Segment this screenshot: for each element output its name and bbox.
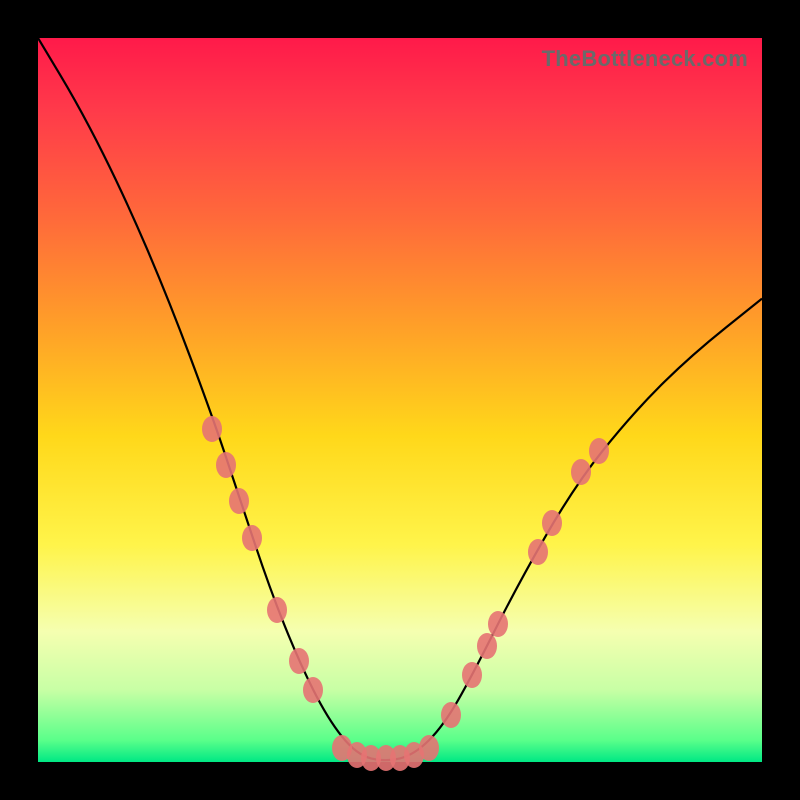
bottleneck-curve (38, 38, 762, 760)
data-marker (267, 597, 287, 623)
data-marker (216, 452, 236, 478)
data-marker (202, 416, 222, 442)
data-marker (419, 735, 439, 761)
data-marker (462, 662, 482, 688)
data-marker (441, 702, 461, 728)
chart-frame: TheBottleneck.com (0, 0, 800, 800)
data-marker (488, 611, 508, 637)
data-marker (303, 677, 323, 703)
data-marker (571, 459, 591, 485)
curve-svg (38, 38, 762, 762)
data-marker (289, 648, 309, 674)
watermark-text: TheBottleneck.com (542, 46, 748, 72)
data-marker (229, 488, 249, 514)
plot-area: TheBottleneck.com (38, 38, 762, 762)
data-marker (477, 633, 497, 659)
data-marker (589, 438, 609, 464)
data-marker (542, 510, 562, 536)
data-marker (528, 539, 548, 565)
data-marker (242, 525, 262, 551)
